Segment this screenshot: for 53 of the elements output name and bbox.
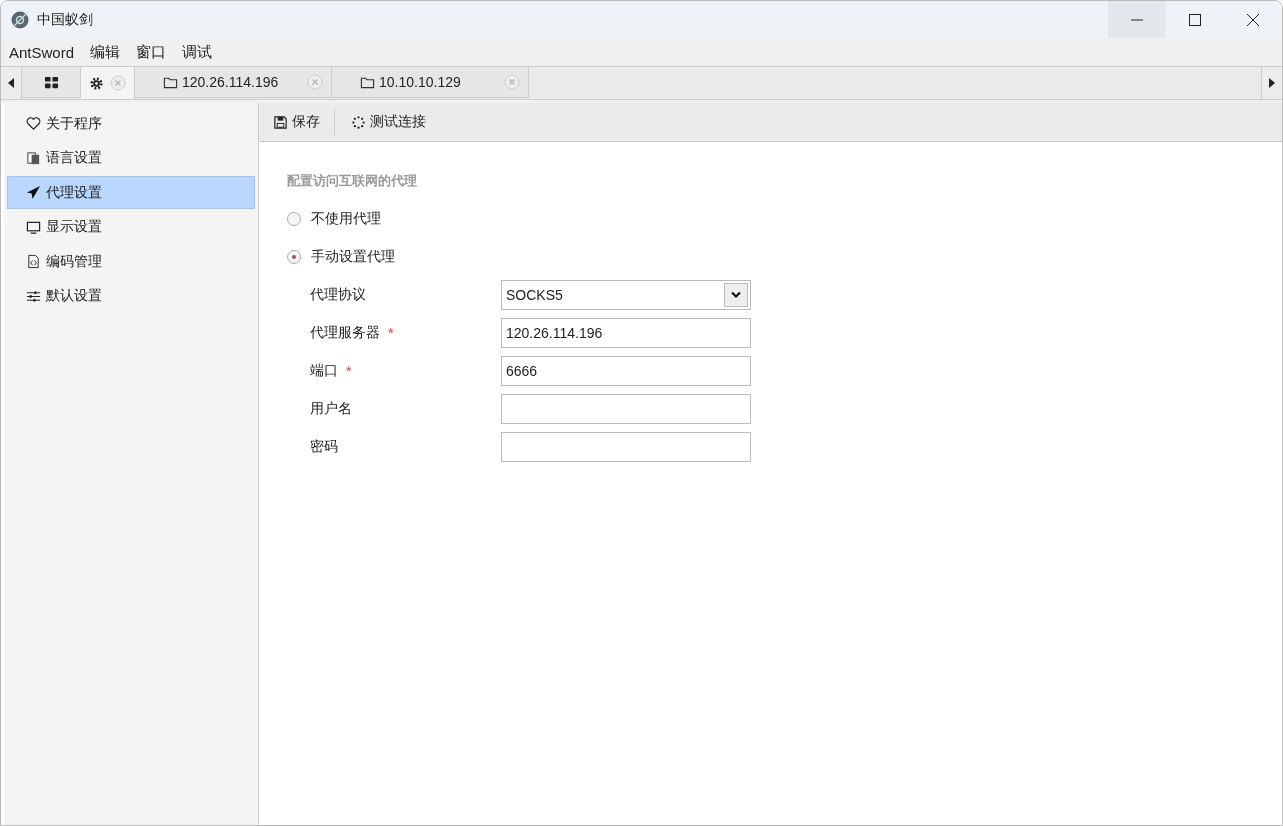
required-mark: * [388,325,394,341]
field-label: 端口 [310,362,338,380]
sidebar-item[interactable]: 关于程序 [7,107,255,140]
sidebar-item[interactable]: 默认设置 [7,279,255,313]
heart-icon [26,116,41,131]
monitor-icon [26,219,41,235]
sliders-icon [26,288,41,304]
radio-button[interactable] [287,212,301,226]
sidebar-item[interactable]: 语言设置 [7,141,255,175]
tab[interactable] [81,67,135,99]
radio-label: 不使用代理 [311,210,381,228]
caret-left-icon [8,78,14,88]
grid-icon [43,74,59,90]
chevron-down-icon [731,291,741,299]
field-label: 密码 [310,438,338,456]
code-file-icon [26,254,41,269]
input-field[interactable] [501,432,751,462]
sidebar-item[interactable]: 显示设置 [7,210,255,244]
field-label: 代理协议 [310,286,366,304]
paper-plane-icon [26,185,41,200]
sidebar-item[interactable]: 代理设置 [7,176,255,209]
field-label: 用户名 [310,400,352,418]
close-tab-icon[interactable] [307,74,323,90]
menu-item[interactable]: 窗口 [136,42,167,62]
radio-button[interactable] [287,250,301,264]
toolbar-button[interactable]: 测试连接 [334,109,440,135]
menu-item[interactable]: 编辑 [90,42,121,62]
required-mark: * [346,363,352,379]
field-label: 代理服务器 [310,324,380,342]
section-title: 配置访问互联网的代理 [287,172,418,190]
toolbar-button[interactable]: 保存 [273,109,334,135]
menu-item[interactable]: AntSword [9,43,75,61]
app-logo-icon [11,10,29,29]
dropdown-button[interactable] [724,283,748,307]
input-field[interactable]: 6666 [501,356,751,386]
spinner-icon [351,114,366,130]
close-icon [1247,13,1259,26]
tab[interactable] [22,67,81,98]
tab[interactable]: 120.26.114.196 [135,67,332,98]
window-title: 中国蚁剑 [37,10,94,29]
close-tab-icon[interactable] [504,74,520,90]
tab[interactable]: 10.10.10.129 [332,67,529,98]
close-tab-icon[interactable] [110,75,126,91]
sidebar-item[interactable]: 编码管理 [7,245,255,278]
protocol-dropdown[interactable]: SOCKS5 [501,280,751,310]
maximize-icon [1189,13,1201,26]
input-field[interactable]: 120.26.114.196 [501,318,751,348]
input-field[interactable] [501,394,751,424]
caret-right-icon [1269,78,1275,88]
radio-label: 手动设置代理 [311,248,395,266]
save-icon [273,114,288,130]
menu-item[interactable]: 调试 [182,42,213,62]
settings-icon [89,75,104,91]
